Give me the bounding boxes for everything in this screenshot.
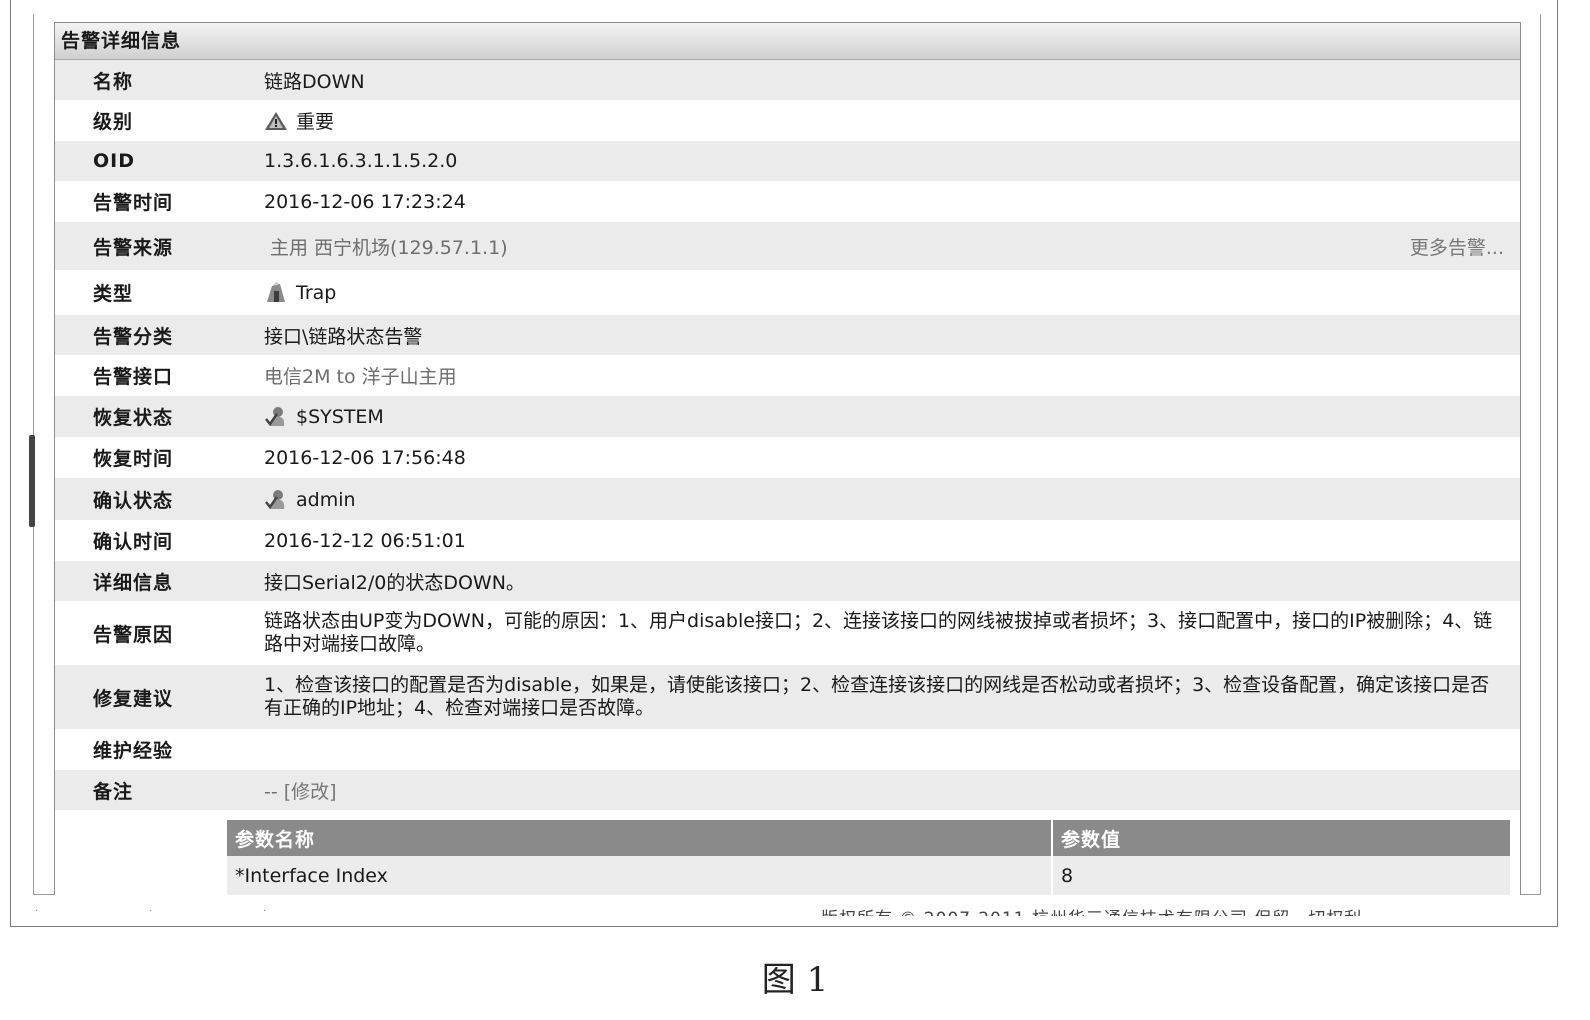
param-name-header: 参数名称 [227, 820, 1052, 856]
params-section: 参数名称 参数值 *Interface Index 8 [55, 810, 1520, 895]
figure-caption: 图 1 [761, 960, 829, 1000]
field-label: 名称 [93, 70, 134, 93]
footer-divider: · [263, 906, 267, 916]
edit-remarks-link[interactable]: [修改] [284, 781, 337, 803]
field-label: 恢复状态 [93, 407, 174, 429]
footer: · · · 版权所有 © 2007-2011 杭州华三通信技术有限公司 保留一切… [31, 896, 1541, 916]
field-label: 修复建议 [93, 687, 174, 710]
field-label: 级别 [93, 111, 134, 133]
row-detail-info: 详细信息 接口Serial2/0的状态DOWN。 [55, 561, 1520, 601]
alarm-interface-link[interactable]: 电信2M to 洋子山主用 [264, 355, 1520, 396]
param-value-cell: 8 [1051, 856, 1510, 895]
table-row: *Interface Index 8 [227, 856, 1510, 895]
field-label: 告警来源 [93, 236, 174, 259]
row-recovery-time: 恢复时间 2016-12-06 17:56:48 [55, 437, 1520, 478]
field-label: 类型 [93, 283, 134, 305]
footer-copyright: 版权所有 © 2007-2011 杭州华三通信技术有限公司 保留一切权利 [821, 904, 1362, 916]
more-alarms-link[interactable]: 更多告警... [1410, 233, 1504, 260]
row-repair-advice: 修复建议 1、检查该接口的配置是否为disable，如果是，请使能该接口；2、检… [55, 665, 1520, 729]
field-value: -- [264, 780, 284, 803]
sidebar-collapse-handle[interactable] [29, 435, 35, 527]
field-value: 接口\链路状态告警 [264, 325, 423, 348]
field-label: 确认时间 [93, 531, 174, 553]
params-table: 参数名称 参数值 *Interface Index 8 [227, 820, 1510, 895]
row-name: 名称 链路DOWN [55, 60, 1520, 100]
row-alarm-time: 告警时间 2016-12-06 17:23:24 [55, 181, 1520, 222]
alarm-source-link[interactable]: 主用 西宁机场(129.57.1.1) [270, 237, 508, 259]
param-name-cell: *Interface Index [227, 856, 1052, 895]
row-ack-time: 确认时间 2016-12-12 06:51:01 [55, 520, 1520, 561]
row-ack-status: 确认状态 admin [55, 478, 1520, 520]
field-value: 接口Serial2/0的状态DOWN。 [264, 571, 525, 594]
field-value: 2016-12-06 17:56:48 [264, 446, 466, 469]
panel-title: 告警详细信息 [55, 23, 1520, 60]
row-alarm-cause: 告警原因 链路状态由UP变为DOWN，可能的原因：1、用户disable接口；2… [55, 601, 1520, 665]
row-alarm-source: 告警来源 主用 西宁机场(129.57.1.1) 更多告警... [55, 222, 1520, 270]
row-alarm-interface: 告警接口 电信2M to 洋子山主用 [55, 355, 1520, 396]
row-maintenance-experience: 维护经验 [55, 729, 1520, 770]
row-recovery-status: 恢复状态 $SYSTEM [55, 396, 1520, 437]
row-level: 级别 重要 [55, 100, 1520, 141]
field-value [264, 729, 1520, 770]
row-type: 类型 Trap [55, 270, 1520, 315]
alarm-detail-panel: 告警详细信息 名称 链路DOWN 级别 重要 OID 1.3.6.1.6.3.1… [54, 22, 1521, 895]
screenshot-frame: 告警详细信息 名称 链路DOWN 级别 重要 OID 1.3.6.1.6.3.1… [10, 0, 1558, 927]
field-label: 恢复时间 [93, 448, 174, 470]
field-value: Trap [296, 282, 337, 304]
field-label: 告警接口 [93, 366, 174, 388]
field-label: 告警原因 [93, 623, 174, 646]
field-value: admin [296, 488, 356, 511]
field-label: 备注 [93, 780, 134, 803]
field-value: 重要 [296, 111, 335, 133]
row-remarks: 备注 -- [修改] [55, 770, 1520, 810]
field-value: 链路DOWN [264, 70, 365, 93]
footer-divider: · [149, 906, 153, 916]
field-label: 告警分类 [93, 325, 174, 348]
user-check-icon [264, 488, 288, 510]
field-label: 告警时间 [93, 192, 174, 214]
trap-icon [264, 281, 288, 303]
row-alarm-category: 告警分类 接口\链路状态告警 [55, 315, 1520, 355]
warning-triangle-icon [264, 110, 288, 132]
param-value-header: 参数值 [1051, 820, 1510, 856]
field-label: 维护经验 [93, 740, 174, 762]
field-label: OID [93, 150, 135, 172]
field-value: $SYSTEM [296, 406, 384, 428]
footer-divider: · [35, 906, 39, 916]
user-check-icon [264, 405, 288, 427]
field-value: 1.3.6.1.6.3.1.1.5.2.0 [264, 150, 458, 172]
field-value: 2016-12-12 06:51:01 [264, 529, 466, 552]
row-oid: OID 1.3.6.1.6.3.1.1.5.2.0 [55, 141, 1520, 181]
params-header-row: 参数名称 参数值 [227, 820, 1510, 856]
field-label: 确认状态 [93, 489, 174, 512]
field-value: 链路状态由UP变为DOWN，可能的原因：1、用户disable接口；2、连接该接… [264, 610, 1493, 655]
field-value: 1、检查该接口的配置是否为disable，如果是，请使能该接口；2、检查连接该接… [264, 674, 1490, 719]
field-value: 2016-12-06 17:23:24 [264, 190, 466, 213]
field-label: 详细信息 [93, 571, 174, 594]
alarm-detail-table: 名称 链路DOWN 级别 重要 OID 1.3.6.1.6.3.1.1.5.2.… [55, 60, 1520, 810]
